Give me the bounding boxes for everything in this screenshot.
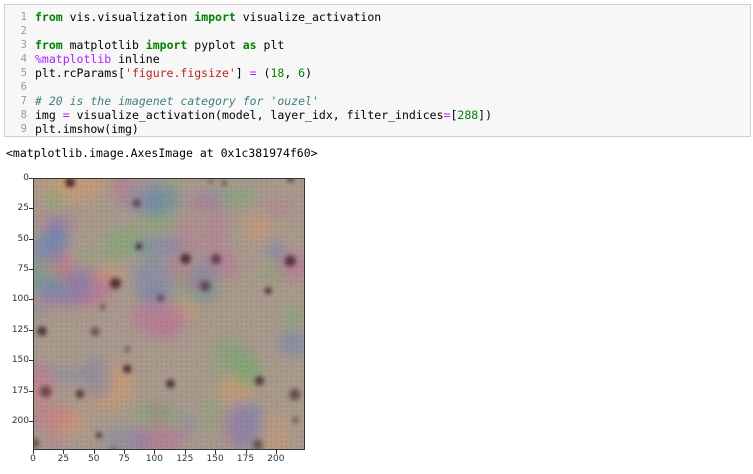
y-tick-mark [29,329,33,331]
y-tick-label: 125 [11,324,29,335]
x-tick-mark [63,450,65,454]
keyword: import [145,38,188,52]
keyword: import [194,10,236,24]
code-token: ) [305,66,313,80]
code-token: visualize_activation(model, layer_idx, f… [69,108,444,122]
x-tick-mark [154,450,156,454]
number-literal: 18 [270,66,285,80]
operator: = [249,66,257,80]
x-tick-mark [275,450,277,454]
y-tick-label: 75 [17,264,29,275]
y-tick-mark [29,238,33,240]
x-tick-label: 0 [30,454,36,464]
line-number: 2 [20,25,27,37]
y-tick-mark [29,360,33,362]
plot-image [33,178,305,450]
code-token: , [284,66,299,80]
line-number: 8 [20,109,27,121]
import-name: visualize_activation [235,10,382,24]
x-tick-label: 100 [145,454,164,464]
code-cell[interactable]: 1 2 3 4 5 6 7 8 9 from vis.visualization… [4,4,751,137]
y-tick-label: 150 [11,355,29,366]
code-editor[interactable]: from vis.visualization import visualize_… [35,10,492,136]
plot-output: 0 25 50 75 100 125 150 175 200 0 25 50 75 100 125 150 1… [0,168,320,474]
code-line-9: plt.imshow(img) [35,122,492,136]
x-tick-mark [93,450,95,454]
string-literal: 'figure.figsize' [125,66,236,80]
line-number: 3 [20,39,27,51]
y-tick-mark [29,178,33,179]
line-number: 4 [20,53,27,65]
x-tick-mark [33,450,34,454]
line-number: 1 [20,11,27,23]
code-token: ( [256,66,271,80]
y-tick-mark [29,420,33,422]
y-tick-mark [29,299,33,301]
y-tick-label: 200 [11,415,29,426]
number-literal: 288 [457,108,479,122]
line-number: 5 [20,67,27,79]
line-number: 9 [20,123,27,135]
code-line-1: from vis.visualization import visualize_… [35,10,492,24]
x-tick-mark [215,450,217,454]
x-tick-label: 150 [206,454,224,464]
x-tick-label: 175 [236,454,255,464]
y-tick-label: 100 [11,294,29,305]
y-tick-label: 0 [23,173,29,183]
x-tick-mark [124,450,126,454]
code-line-3: from matplotlib import pyplot as plt [35,38,492,52]
module-name: vis.visualization [62,10,195,24]
y-tick-mark [29,390,33,392]
import-name: pyplot [187,38,243,52]
x-tick-mark [245,450,247,454]
code-line-5: plt.rcParams['figure.figsize'] = (18, 6) [35,66,492,80]
y-tick-mark [29,208,33,210]
keyword: as [242,38,257,52]
alias-name: plt [256,38,285,52]
comment: # 20 is the imagenet category for 'ouzel… [35,94,319,108]
code-line-8: img = visualize_activation(model, layer_… [35,108,492,122]
line-number: 7 [20,95,27,107]
keyword: from [35,38,63,52]
y-tick-mark [29,269,33,271]
magic-command: %matplotlib [35,52,112,66]
keyword: from [35,10,63,24]
x-tick-label: 75 [118,454,130,464]
line-number: 6 [20,81,27,93]
line-number-gutter: 1 2 3 4 5 6 7 8 9 [5,10,30,136]
code-token: plt.imshow(img) [35,122,139,136]
x-tick-label: 25 [57,454,70,464]
code-line-7: # 20 is the imagenet category for 'ouzel… [35,94,492,108]
x-tick-label: 200 [267,454,285,464]
y-tick-label: 175 [11,385,29,396]
code-token: ] [235,66,250,80]
y-tick-label: 50 [17,233,29,244]
x-tick-label: 50 [87,454,100,464]
y-tick-label: 25 [17,203,29,214]
code-token: ]) [478,108,493,122]
code-token: img [35,108,63,122]
code-token: plt.rcParams[ [35,66,126,80]
x-tick-mark [184,450,186,454]
code-line-4: %matplotlib inline [35,52,492,66]
output-repr: <matplotlib.image.AxesImage at 0x1c38197… [6,146,318,160]
module-name: matplotlib [62,38,146,52]
magic-arg: inline [111,52,160,66]
activation-image [34,179,304,449]
operator: = [62,108,70,122]
x-tick-label: 125 [176,454,194,464]
